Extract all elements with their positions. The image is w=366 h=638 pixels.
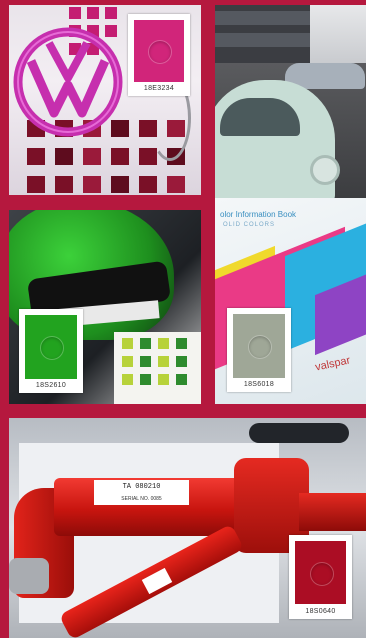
swatch-code: 18E3234 bbox=[143, 85, 175, 92]
red-swatch bbox=[295, 541, 346, 604]
swatch-card-green: 18S2610 bbox=[19, 309, 83, 393]
book-title: olor Information Book bbox=[220, 210, 297, 219]
swatch-code: 18S2610 bbox=[35, 382, 67, 389]
swatch-code: 18S6018 bbox=[243, 381, 275, 388]
swatch-dot bbox=[309, 561, 334, 586]
swatch-dot bbox=[40, 336, 64, 360]
swatch-dot bbox=[248, 335, 272, 359]
pink-swatch bbox=[134, 20, 184, 82]
car-windshield bbox=[220, 98, 300, 136]
swatch-code: 18S0640 bbox=[305, 608, 336, 615]
sage-swatch bbox=[233, 314, 285, 378]
swatch-dot bbox=[148, 40, 172, 64]
pipe-label-sub: SERIAL NO. 0085 bbox=[94, 494, 189, 505]
swatch-card-red: 18S0640 bbox=[289, 535, 352, 619]
pipe-outlet bbox=[299, 493, 366, 531]
vw-emblem-wheel bbox=[13, 27, 123, 137]
swatch-card-sage: 18S6018 bbox=[227, 308, 291, 392]
valve-wheel bbox=[249, 423, 349, 443]
classic-car-photo bbox=[215, 5, 366, 198]
car-headlight bbox=[310, 155, 340, 185]
green-chip-card bbox=[114, 332, 201, 404]
building bbox=[215, 5, 310, 63]
green-swatch bbox=[25, 315, 77, 379]
pipe-label-main: TA 080210 bbox=[94, 480, 189, 494]
swatch-card-pink: 18E3234 bbox=[128, 14, 190, 96]
metal-fitting bbox=[9, 558, 49, 594]
book-subtitle: OLID COLORS bbox=[223, 222, 276, 228]
